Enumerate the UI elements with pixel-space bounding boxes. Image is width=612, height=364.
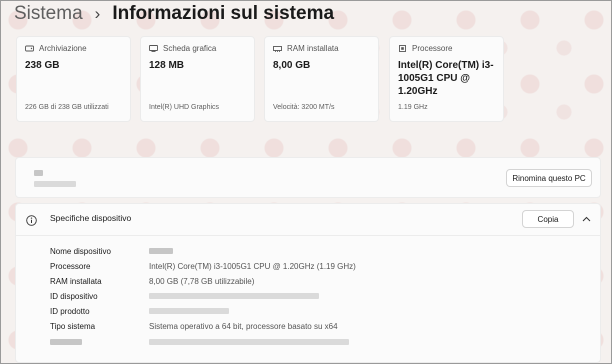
spec-label-processor: Processore bbox=[50, 261, 91, 271]
rename-pc-button[interactable]: Rinomina questo PC bbox=[506, 169, 592, 187]
breadcrumb-separator: › bbox=[94, 4, 101, 23]
device-specs-title: Specifiche dispositivo bbox=[50, 213, 132, 223]
page-title: Informazioni sul sistema bbox=[112, 3, 335, 24]
graphics-card-card[interactable]: Scheda grafica 128 MB Intel(R) UHD Graph… bbox=[140, 36, 255, 122]
chevron-up-icon[interactable] bbox=[579, 212, 593, 226]
copy-button[interactable]: Copia bbox=[522, 210, 574, 228]
spec-label-device-name: Nome dispositivo bbox=[50, 246, 111, 256]
storage-card-detail: 226 GB di 238 GB utilizzati bbox=[25, 104, 109, 111]
redacted-device-name bbox=[34, 170, 43, 176]
storage-card[interactable]: Archiviazione 238 GB 226 GB di 238 GB ut… bbox=[16, 36, 131, 122]
processor-card-value: Intel(R) Core(TM) i3-1005G1 CPU @ 1.20GH… bbox=[398, 60, 494, 97]
spec-label-device-id: ID dispositivo bbox=[50, 291, 98, 301]
spec-label-product-id: ID prodotto bbox=[50, 306, 90, 316]
redacted-device-id-value bbox=[149, 293, 319, 299]
device-specs-panel: Specifiche dispositivo Copia Nome dispos… bbox=[15, 203, 601, 363]
graphics-card-detail: Intel(R) UHD Graphics bbox=[149, 104, 220, 111]
ram-card[interactable]: RAM installata 8,00 GB Velocità: 3200 MT… bbox=[264, 36, 379, 122]
ram-icon bbox=[273, 44, 282, 53]
spec-value-system-type: Sistema operativo a 64 bit, processore b… bbox=[149, 321, 338, 331]
specs-divider bbox=[16, 235, 600, 236]
processor-icon bbox=[398, 44, 407, 53]
breadcrumb-parent-sistema[interactable]: Sistema bbox=[14, 3, 83, 25]
spec-label-system-type: Tipo sistema bbox=[50, 321, 96, 331]
spec-value-processor: Intel(R) Core(TM) i3-1005G1 CPU @ 1.20GH… bbox=[149, 261, 356, 271]
graphics-card-title: Scheda grafica bbox=[163, 44, 217, 53]
graphics-card-header: Scheda grafica bbox=[149, 44, 216, 53]
storage-card-value: 238 GB bbox=[25, 60, 60, 71]
redacted-product-id-value bbox=[149, 308, 229, 314]
ram-card-title: RAM installata bbox=[287, 44, 339, 53]
device-specs-header[interactable]: Specifiche dispositivo Copia bbox=[16, 204, 600, 234]
redacted-row-label bbox=[50, 339, 82, 345]
storage-icon bbox=[25, 44, 34, 53]
processor-card-title: Processore bbox=[412, 44, 453, 53]
processor-card-header: Processore bbox=[398, 44, 452, 53]
ram-card-detail: Velocità: 3200 MT/s bbox=[273, 104, 335, 111]
redacted-row-value bbox=[149, 339, 349, 345]
graphics-card-value: 128 MB bbox=[149, 60, 185, 71]
spec-label-ram: RAM installata bbox=[50, 276, 102, 286]
breadcrumb: Sistema › Informazioni sul sistema bbox=[14, 3, 334, 25]
redacted-device-name-value bbox=[149, 248, 173, 254]
storage-card-title: Archiviazione bbox=[39, 44, 87, 53]
device-name-panel: Rinomina questo PC bbox=[15, 157, 601, 198]
processor-card[interactable]: Processore Intel(R) Core(TM) i3-1005G1 C… bbox=[389, 36, 504, 122]
redacted-device-model bbox=[34, 181, 76, 187]
info-icon bbox=[26, 213, 37, 226]
ram-card-value: 8,00 GB bbox=[273, 60, 311, 71]
spec-value-ram: 8,00 GB (7,78 GB utilizzabile) bbox=[149, 276, 255, 286]
graphics-card-icon bbox=[149, 44, 158, 53]
processor-card-detail: 1.19 GHz bbox=[398, 104, 428, 111]
ram-card-header: RAM installata bbox=[273, 44, 339, 53]
storage-card-header: Archiviazione bbox=[25, 44, 87, 53]
